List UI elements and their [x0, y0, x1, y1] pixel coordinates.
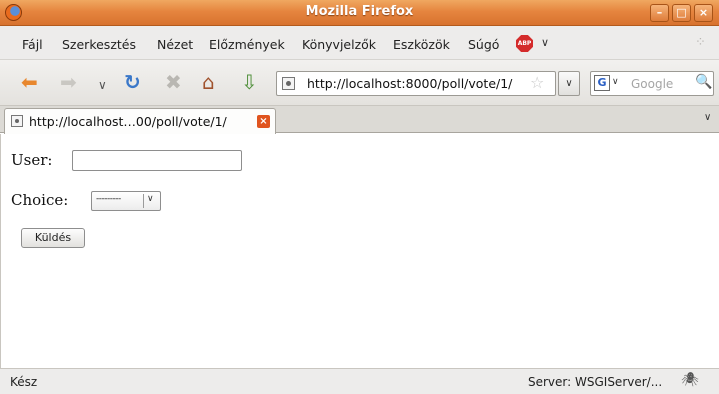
- status-bar: Kész Server: WSGIServer/... 🕷: [0, 368, 719, 394]
- tab-bar: http://localhost…00/poll/vote/1/ × ∨: [0, 106, 719, 134]
- user-label: User:: [11, 151, 53, 169]
- throbber-icon: ⁘: [695, 35, 706, 50]
- select-divider: [143, 194, 144, 208]
- star-icon[interactable]: ☆: [530, 73, 544, 92]
- menu-help[interactable]: Súgó: [468, 37, 499, 52]
- search-icon[interactable]: 🔍: [695, 74, 712, 90]
- menu-tools[interactable]: Eszközök: [393, 37, 450, 52]
- page-favicon-icon: [282, 77, 295, 90]
- tab-close-icon[interactable]: ×: [257, 115, 270, 128]
- close-window-button[interactable]: ×: [694, 4, 713, 22]
- history-dropdown-button[interactable]: ∨: [98, 75, 107, 95]
- url-bar[interactable]: http://localhost:8000/poll/vote/1/ ☆: [276, 71, 556, 96]
- page-content: User: Choice: --------- ∨ Küldés: [10, 134, 719, 368]
- tab-poll-vote[interactable]: http://localhost…00/poll/vote/1/ ×: [4, 108, 276, 134]
- status-text: Kész: [10, 375, 38, 389]
- choice-select[interactable]: --------- ∨: [91, 191, 161, 211]
- home-icon[interactable]: ⌂: [202, 72, 215, 92]
- menu-bookmarks[interactable]: Könyvjelzők: [302, 37, 376, 52]
- menu-view[interactable]: Nézet: [157, 37, 193, 52]
- minimize-button[interactable]: –: [650, 4, 669, 22]
- menu-edit[interactable]: Szerkesztés: [62, 37, 136, 52]
- menu-file[interactable]: Fájl: [22, 37, 43, 52]
- page-favicon-icon: [11, 115, 23, 127]
- user-field[interactable]: [72, 150, 242, 171]
- back-arrow-icon[interactable]: ⬅: [21, 72, 38, 92]
- choice-label: Choice:: [11, 191, 69, 209]
- maximize-button[interactable]: □: [672, 4, 691, 22]
- search-engine-dropdown[interactable]: ∨: [612, 77, 619, 87]
- menu-bar: Fájl Szerkesztés Nézet Előzmények Könyvj…: [0, 26, 719, 60]
- url-text[interactable]: http://localhost:8000/poll/vote/1/: [307, 76, 512, 91]
- choice-selected-value: ---------: [96, 194, 121, 204]
- download-icon[interactable]: ⇩: [241, 72, 258, 92]
- search-input[interactable]: Google: [631, 77, 673, 91]
- bug-icon[interactable]: 🕷: [681, 372, 699, 388]
- content-left-border: [0, 134, 10, 368]
- window-titlebar[interactable]: Mozilla Firefox – □ ×: [0, 0, 719, 26]
- submit-button[interactable]: Küldés: [21, 228, 85, 248]
- tab-label: http://localhost…00/poll/vote/1/: [29, 114, 227, 129]
- google-icon[interactable]: G: [594, 75, 610, 91]
- search-bar[interactable]: G ∨ Google 🔍: [590, 71, 714, 96]
- server-info: Server: WSGIServer/...: [528, 375, 663, 389]
- adblock-icon[interactable]: ABP: [516, 35, 533, 52]
- chevron-down-icon: ∨: [147, 194, 154, 204]
- forward-arrow-icon[interactable]: ➡: [60, 72, 77, 92]
- menu-history[interactable]: Előzmények: [209, 37, 285, 52]
- url-history-dropdown[interactable]: ∨: [558, 71, 580, 96]
- navigation-toolbar: ⬅ ➡ ∨ ↻ ✖ ⌂ ⇩ http://localhost:8000/poll…: [0, 60, 719, 106]
- window-title: Mozilla Firefox: [305, 4, 414, 19]
- stop-icon[interactable]: ✖: [165, 72, 182, 92]
- reload-icon[interactable]: ↻: [124, 72, 141, 92]
- list-all-tabs-button[interactable]: ∨: [704, 112, 711, 123]
- adblock-menu-arrow[interactable]: ∨: [541, 36, 549, 49]
